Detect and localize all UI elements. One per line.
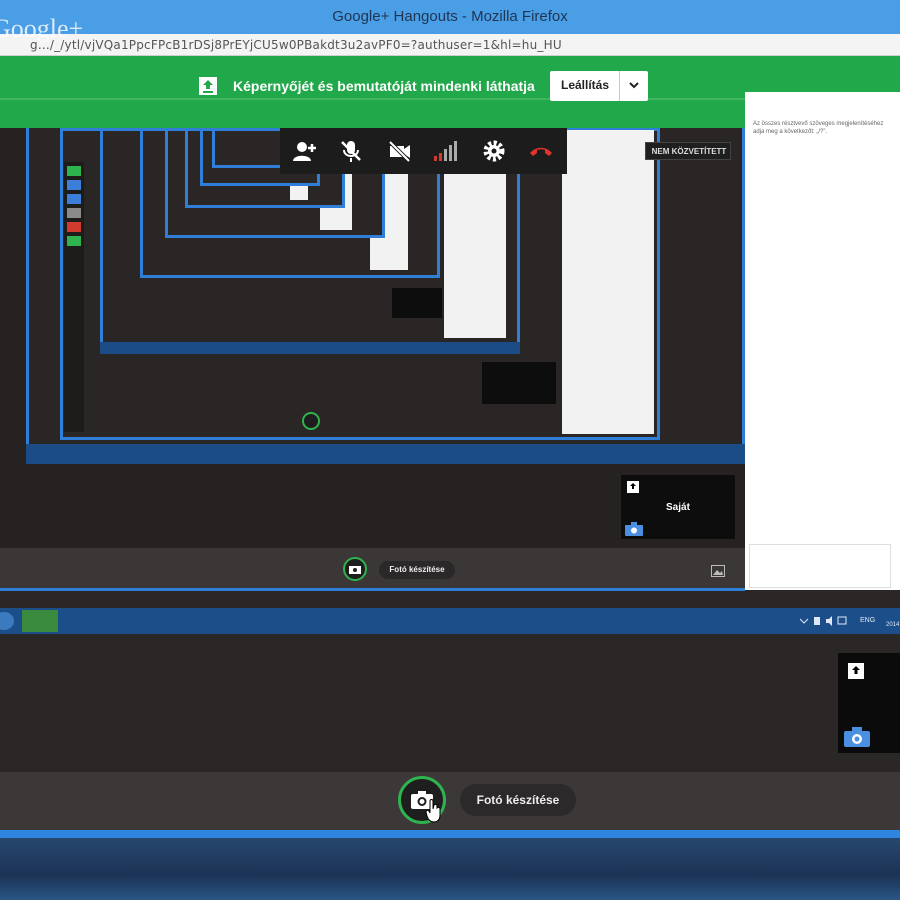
google-plus-logo: Google+: [0, 14, 84, 43]
stop-sharing-label: Leállítás: [560, 78, 610, 92]
mic-off-icon[interactable]: [338, 138, 364, 164]
window-titlebar: Google+ Hangouts - Mozilla Firefox: [0, 0, 900, 34]
desktop-background: [0, 838, 900, 900]
nested-camera-button: [302, 412, 320, 430]
take-photo-button[interactable]: [398, 776, 446, 824]
nested-take-photo-label: Fotó készítése: [389, 565, 445, 574]
photo-bar: [0, 772, 900, 830]
banner-message: Képernyőjét és bemutatóját mindenki láth…: [233, 78, 535, 94]
chevron-down-icon[interactable]: [628, 79, 640, 91]
system-tray-icons[interactable]: [800, 616, 854, 626]
window-title: Google+ Hangouts - Mozilla Firefox: [332, 8, 568, 25]
address-bar[interactable]: g.../_/ytl/vjVQa1PpcFPcB1rDSj8PrEYjCU5w0…: [0, 34, 900, 56]
hang-up-icon[interactable]: [528, 138, 554, 164]
nested-chat-2: [562, 130, 654, 434]
nested-self-tile-3: [392, 288, 442, 318]
input-language[interactable]: ENG: [860, 617, 875, 624]
camera-icon: [625, 522, 643, 536]
main-stage-bottom: [0, 634, 900, 772]
chat-panel: Az összes résztvevő szöveges megjeleníté…: [745, 92, 900, 590]
clock-date[interactable]: 2014: [886, 622, 899, 628]
stop-sharing-button[interactable]: Leállítás: [550, 71, 648, 101]
nested-taskbar-1: [26, 444, 745, 464]
nested-sidebar: [64, 162, 84, 432]
hand-cursor-icon: [425, 799, 441, 823]
hangout-toolbar: [280, 128, 567, 174]
address-bar-url[interactable]: g.../_/ytl/vjVQa1PpcFPcB1rDSj8PrEYjCU5w0…: [30, 38, 562, 52]
chat-input[interactable]: [749, 544, 891, 588]
nested-taskbar-3: [100, 342, 520, 354]
windows-taskbar: ENG 2014: [0, 608, 900, 634]
nested-photo-bar: Fotó készítése: [0, 548, 745, 590]
image-icon[interactable]: [711, 565, 725, 577]
gear-icon[interactable]: [481, 138, 507, 164]
take-photo-label-pill[interactable]: Fotó készítése: [460, 784, 576, 816]
camera-off-icon[interactable]: [387, 138, 413, 164]
camera-icon: [349, 566, 361, 574]
not-broadcasted-badge: NEM KÖZVETÍTETT: [645, 142, 731, 160]
camera-icon: [844, 727, 870, 747]
outer-self-video-tile[interactable]: [838, 653, 900, 753]
signal-bars-icon[interactable]: [432, 138, 458, 164]
nested-self-tile-2: [482, 362, 556, 404]
take-photo-label: Fotó készítése: [476, 793, 560, 807]
self-video-tile[interactable]: Saját: [621, 475, 735, 539]
start-button[interactable]: [0, 612, 14, 630]
taskbar-app-hangouts[interactable]: [22, 610, 58, 632]
upload-screen-icon: [627, 481, 639, 493]
chat-hint-text: Az összes résztvevő szöveges megjeleníté…: [753, 121, 884, 135]
add-person-icon[interactable]: [292, 138, 318, 164]
upload-screen-icon: [848, 663, 864, 679]
nested-take-photo-button[interactable]: [343, 557, 367, 581]
upload-screen-icon: [199, 77, 217, 95]
not-broadcasted-label: NEM KÖZVETÍTETT: [651, 147, 727, 156]
nested-take-photo-label-pill[interactable]: Fotó készítése: [379, 561, 455, 579]
self-tile-label: Saját: [666, 502, 690, 513]
